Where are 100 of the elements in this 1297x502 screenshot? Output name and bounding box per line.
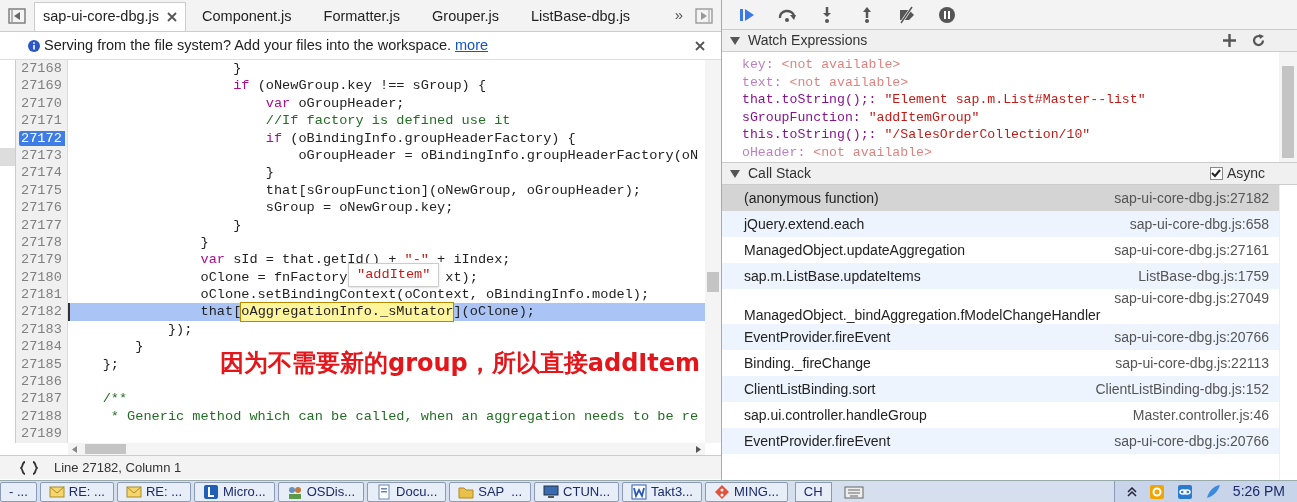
file-tab[interactable]: Formatter.js — [307, 2, 417, 31]
add-icon[interactable] — [1223, 34, 1236, 47]
line-number: 27187 — [21, 390, 62, 408]
code-line: * Generic method which can be called, when an aggregation needs to be re — [109, 407, 699, 426]
frame-location: sap-ui-core-dbg.js:20766 — [1114, 327, 1269, 347]
code-line: sGroup = oNewGroup.key; — [264, 199, 454, 217]
pretty-print-icon[interactable] — [20, 460, 38, 475]
language-indicator[interactable]: CH — [794, 481, 832, 502]
scroll-left-icon[interactable] — [72, 445, 77, 453]
taskbar-button[interactable]: Docu... — [367, 481, 447, 502]
taskbar-button[interactable]: MING... — [704, 481, 788, 502]
call-frame[interactable]: EventProvider.fireEvent sap-ui-core-dbg.js:20766 — [722, 324, 1279, 350]
call-frame[interactable]: ClientListBinding.sort ClientListBinding-dbg.js:152 — [722, 376, 1279, 402]
section-title: Watch Expressions — [748, 31, 868, 50]
frame-location: sap-ui-core-dbg.js:27182 — [1114, 188, 1269, 208]
frame-location: Master.controller.js:46 — [1132, 405, 1269, 425]
taskbar-button[interactable]: SAP ... — [449, 481, 532, 502]
panel-toggle-icon[interactable] — [8, 7, 26, 24]
collapse-arrow-icon[interactable] — [730, 169, 740, 178]
horizontal-scrollbar[interactable] — [68, 443, 705, 455]
call-frame[interactable]: jQuery.extend.each sap-ui-core-dbg.js:658 — [722, 211, 1279, 237]
code-line: //If factory is defined use it — [264, 112, 511, 130]
code-line: } — [134, 338, 144, 356]
frame-function: sap.ui.controller.handleGroup — [744, 405, 927, 425]
line-number: 27179 — [21, 251, 62, 269]
code-line: }; — [101, 355, 119, 374]
close-icon[interactable] — [167, 12, 178, 22]
deactivate-breakpoints-icon[interactable] — [898, 5, 916, 24]
breakpoint-line-number[interactable]: 27172 — [19, 130, 65, 146]
taskbar-button[interactable]: CTUN... — [534, 481, 620, 502]
envelope-icon — [125, 483, 142, 500]
frame-location: sap-ui-core-dbg.js:27049 — [1114, 289, 1269, 307]
code-text: xt); — [445, 268, 478, 287]
code-line: } — [232, 216, 242, 234]
line-number: 27178 — [21, 233, 62, 252]
code-text: that[ — [199, 303, 242, 321]
line-number: 27184 — [21, 338, 62, 356]
scrollbar-thumb[interactable] — [1282, 66, 1294, 158]
vertical-scrollbar[interactable] — [705, 60, 721, 443]
frame-function: jQuery.extend.each — [744, 214, 865, 234]
line-number: 27181 — [21, 286, 62, 304]
panel-toggle-icon[interactable] — [695, 7, 713, 24]
line-number: 27180 — [21, 268, 62, 287]
taskbar-button[interactable]: RE: ... — [116, 481, 192, 502]
highlighted-token[interactable]: oAggregationInfo._sMutator — [241, 303, 454, 321]
line-number: 27182 — [21, 303, 62, 321]
frame-function: ManagedObject.updateAggregation — [744, 240, 966, 260]
file-tab[interactable]: ListBase-dbg.js — [515, 2, 647, 31]
tab-overflow-button[interactable]: » — [674, 4, 683, 27]
call-frame[interactable]: (anonymous function) sap-ui-core-dbg.js:27182 — [722, 185, 1279, 211]
line-number: 27173 — [21, 146, 62, 165]
call-frame[interactable]: sap.m.ListBase.updateItems ListBase-dbg.js:1759 — [722, 263, 1279, 289]
monitor-icon — [543, 483, 560, 500]
document-icon — [376, 483, 393, 500]
file-tab[interactable]: sap-ui-core-dbg.js — [34, 2, 187, 31]
line-number: 27185 — [21, 355, 62, 374]
line-number: 27176 — [21, 199, 62, 217]
code-line: if (oBindingInfo.groupHeaderFactory) { — [264, 129, 576, 147]
frame-location: ListBase-dbg.js:1759 — [1138, 266, 1269, 286]
envelope-icon — [48, 483, 65, 500]
section-title: Call Stack — [748, 164, 812, 183]
collapse-arrow-icon[interactable] — [730, 36, 740, 45]
refresh-icon[interactable] — [1252, 34, 1265, 47]
watch-expression: text: <not available> — [742, 73, 909, 92]
vertical-scrollbar[interactable] — [1279, 52, 1297, 162]
taskbar-button[interactable]: RE: ... — [39, 481, 114, 502]
line-number: 27189 — [21, 425, 62, 443]
link-icon[interactable] — [1176, 483, 1193, 500]
file-tab[interactable]: Grouper.js — [416, 2, 515, 31]
cursor-position: Line 27182, Column 1 — [54, 458, 182, 477]
code-line: var oGroupHeader; — [264, 94, 405, 113]
taskbar-button[interactable]: OSDis... — [277, 481, 365, 502]
line-number: 27174 — [21, 164, 62, 182]
taskbar-button[interactable]: - ... — [0, 481, 37, 502]
code-line: /** — [101, 390, 128, 408]
frame-function: (anonymous function) — [744, 188, 879, 208]
taskbar-button[interactable]: Takt3... — [622, 481, 702, 502]
frame-location: sap-ui-core-dbg.js:20766 — [1114, 431, 1269, 451]
file-tab[interactable]: Component.js — [186, 2, 308, 31]
line-number: 27175 — [21, 181, 62, 200]
scrollbar-thumb[interactable] — [85, 444, 126, 454]
call-frame[interactable]: EventProvider.fireEvent sap-ui-core-dbg.js:20766 — [722, 428, 1279, 454]
line-number: 27168 — [21, 60, 62, 78]
frame-location: sap-ui-core-dbg.js:658 — [1129, 214, 1269, 234]
code-line: if (oNewGroup.key !== sGroup) { — [232, 77, 487, 95]
code-line: oClone.setBindingContext(oContext, oBindingInfo.model); — [199, 286, 650, 304]
pause-icon[interactable] — [938, 5, 956, 24]
scroll-right-icon[interactable] — [696, 445, 701, 453]
line-number: 27186 — [21, 373, 62, 391]
more-link[interactable]: more — [455, 34, 489, 57]
taskbar-button[interactable]: Micro... — [194, 481, 275, 502]
chevron-up-icon[interactable] — [1126, 486, 1137, 497]
frame-function: EventProvider.fireEvent — [744, 431, 891, 451]
async-checkbox[interactable]: Async — [1209, 163, 1265, 184]
watch-expression: key: <not available> — [742, 56, 901, 74]
close-icon[interactable] — [695, 40, 705, 51]
document-icon — [631, 483, 648, 500]
scrollbar-thumb[interactable] — [707, 272, 719, 292]
check-icon — [1211, 169, 1222, 178]
line-number: 27177 — [21, 216, 62, 234]
